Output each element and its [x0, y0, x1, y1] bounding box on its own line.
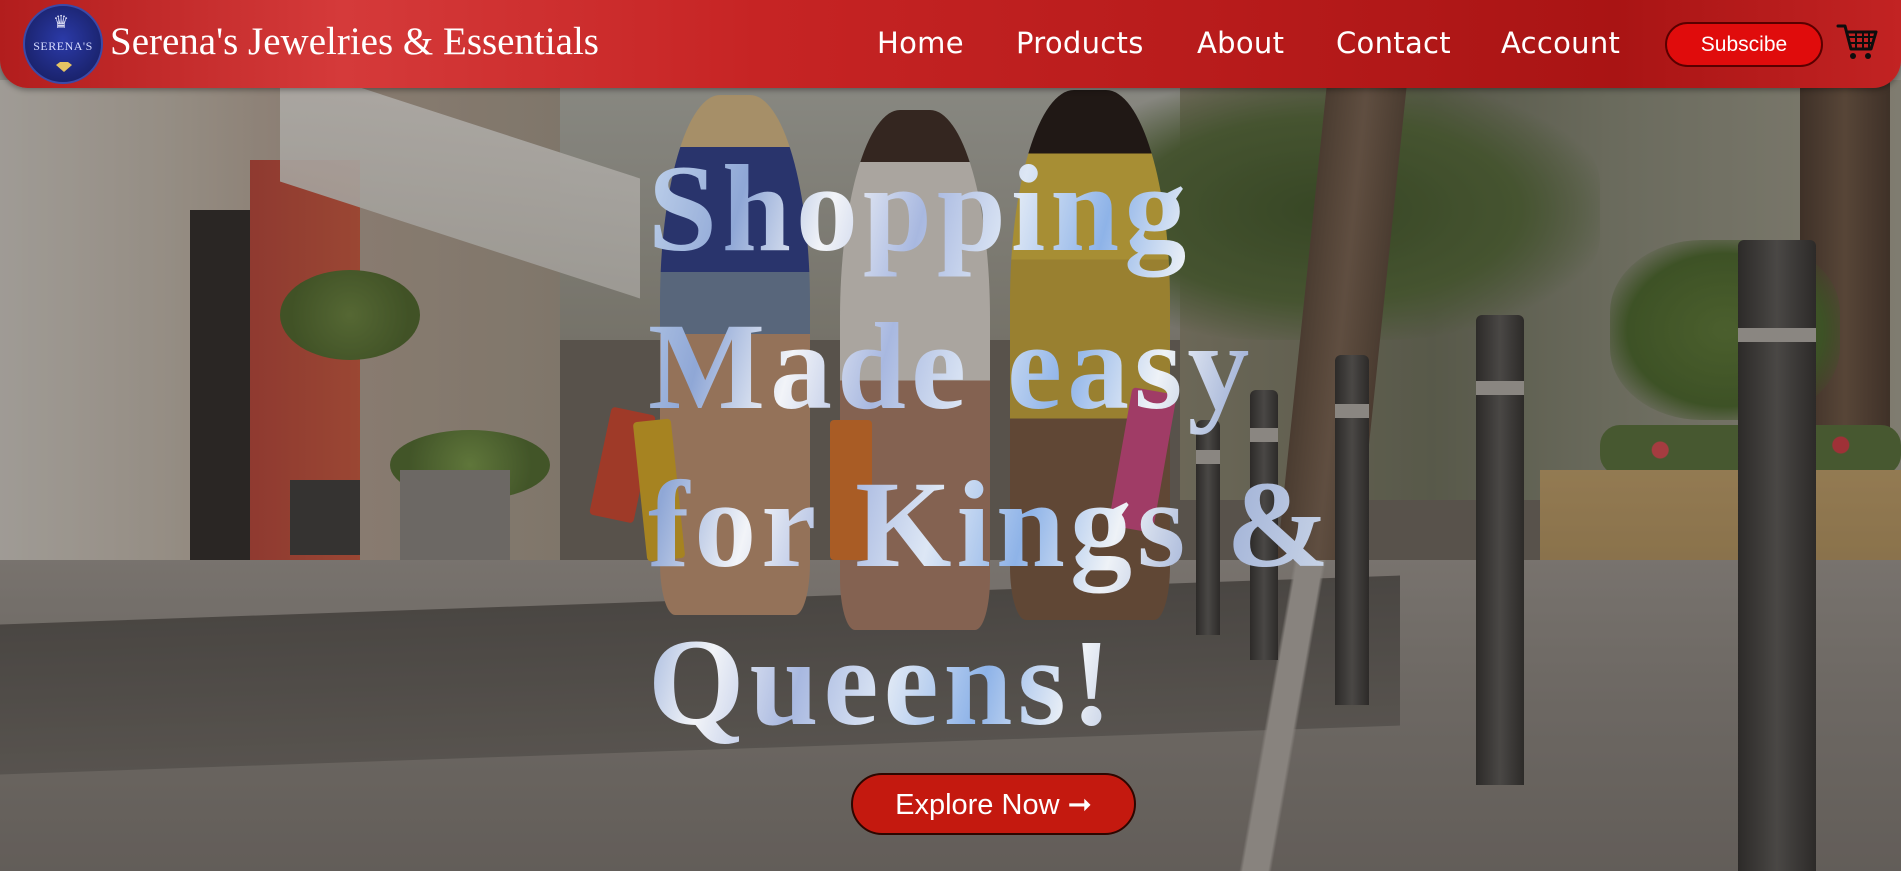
headline-line: Queens!: [648, 614, 1117, 751]
nav-link-home[interactable]: Home: [877, 26, 964, 60]
brand-logo[interactable]: ♛ SERENA'S: [23, 4, 103, 84]
explore-now-button[interactable]: Explore Now ➞: [851, 773, 1136, 835]
headline-line: for Kings &: [648, 456, 1335, 593]
logo-text: SERENA'S: [33, 39, 93, 53]
shopping-cart-icon[interactable]: [1836, 22, 1878, 62]
nav-link-about[interactable]: About: [1197, 26, 1284, 60]
crown-icon: ♛: [53, 12, 70, 32]
hero-headline: Shopping Made easy for Kings & Queens!: [648, 130, 1408, 762]
subscribe-button[interactable]: Subscibe: [1665, 22, 1823, 67]
brand-name[interactable]: Serena's Jewelries & Essentials: [110, 19, 599, 64]
nav-link-contact[interactable]: Contact: [1336, 26, 1451, 60]
nav-link-products[interactable]: Products: [1016, 26, 1144, 60]
nav-link-account[interactable]: Account: [1501, 26, 1620, 60]
header-bar: ♛ SERENA'S Serena's Jewelries & Essentia…: [0, 0, 1901, 88]
gem-icon: [56, 62, 72, 72]
headline-line: Made easy: [648, 298, 1255, 435]
headline-line: Shopping: [648, 140, 1192, 277]
